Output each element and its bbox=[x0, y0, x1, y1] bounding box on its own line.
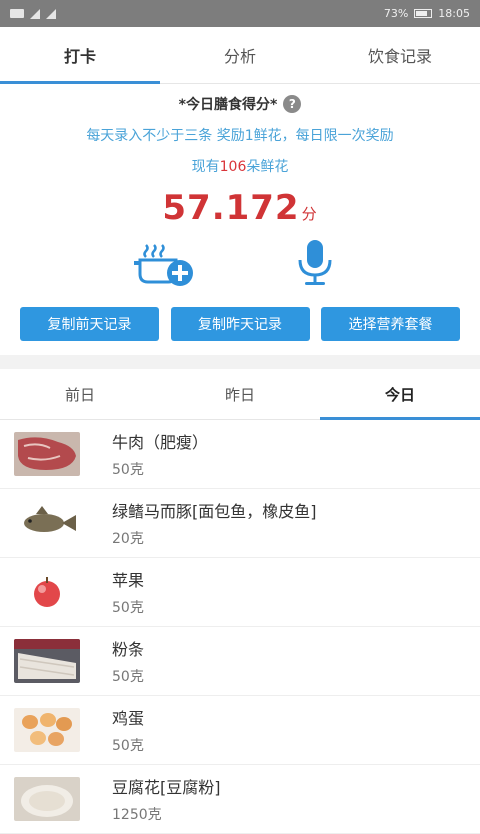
tab-analysis[interactable]: 分析 bbox=[160, 27, 320, 83]
diet-score: 57.172 分 bbox=[0, 188, 480, 228]
score-title: *今日膳食得分* bbox=[178, 97, 278, 113]
battery-percent: 73% bbox=[383, 7, 409, 20]
flowers-number: 106 bbox=[219, 159, 247, 175]
score-value: 57.172 bbox=[162, 188, 300, 228]
tab-indicator bbox=[0, 81, 160, 84]
microphone-icon[interactable] bbox=[280, 238, 350, 288]
flowers-prefix: 现有 bbox=[191, 159, 220, 175]
copy-yesterday-button[interactable]: 复制昨天记录 bbox=[170, 307, 310, 341]
clock: 18:05 bbox=[438, 7, 470, 20]
notification-icon bbox=[10, 9, 24, 18]
tab-yesterday[interactable]: 昨日 bbox=[160, 369, 320, 419]
wifi-icon bbox=[46, 8, 56, 19]
help-icon[interactable]: ? bbox=[283, 95, 302, 113]
list-item[interactable]: 牛肉（肥瘦） 50克 bbox=[0, 420, 480, 489]
food-name: 绿鳍马而豚[面包鱼，橡皮鱼] bbox=[112, 502, 317, 521]
score-heading: *今日膳食得分* ? bbox=[0, 94, 480, 114]
beef-image bbox=[14, 432, 80, 476]
food-quantity: 50克 bbox=[112, 462, 144, 478]
food-name: 粉条 bbox=[112, 640, 145, 659]
list-item[interactable]: 绿鳍马而豚[面包鱼，橡皮鱼] 20克 bbox=[0, 489, 480, 558]
flower-count: 现有106朵鲜花 bbox=[0, 156, 480, 176]
flowers-suffix: 朵鲜花 bbox=[246, 159, 289, 175]
quick-actions bbox=[0, 238, 480, 288]
signal-icon bbox=[30, 8, 40, 19]
tofu-image bbox=[14, 777, 80, 821]
food-quantity: 50克 bbox=[112, 600, 144, 616]
copy-day-before-button[interactable]: 复制前天记录 bbox=[20, 307, 159, 341]
food-quantity: 50克 bbox=[112, 669, 144, 685]
battery-icon bbox=[414, 9, 433, 18]
noodles-image bbox=[14, 639, 80, 683]
top-tab-bar: 打卡 分析 饮食记录 bbox=[0, 27, 480, 84]
tab-today[interactable]: 今日 bbox=[320, 369, 480, 419]
status-left bbox=[10, 8, 56, 19]
food-name: 苹果 bbox=[112, 571, 145, 590]
status-bar: 73% 18:05 bbox=[0, 0, 480, 27]
tab-day-before[interactable]: 前日 bbox=[0, 369, 160, 419]
fish-image bbox=[14, 501, 80, 545]
score-unit: 分 bbox=[301, 205, 318, 223]
food-list: 牛肉（肥瘦） 50克 绿鳍马而豚[面包鱼，橡皮鱼] 20克 苹果 50克 粉条 … bbox=[0, 420, 480, 834]
list-item[interactable]: 苹果 50克 bbox=[0, 558, 480, 627]
status-right: 73% 18:05 bbox=[384, 7, 470, 20]
copy-buttons-row: 复制前天记录 复制昨天记录 选择营养套餐 bbox=[0, 307, 480, 341]
reward-rule-text: 每天录入不少于三条 奖励1鲜花，每日限一次奖励 bbox=[86, 128, 394, 144]
food-quantity: 50克 bbox=[112, 738, 144, 754]
food-quantity: 1250克 bbox=[112, 807, 162, 823]
food-name: 豆腐花[豆腐粉] bbox=[112, 778, 221, 797]
choose-meal-plan-button[interactable]: 选择营养套餐 bbox=[321, 307, 460, 341]
food-name: 鸡蛋 bbox=[112, 709, 145, 728]
food-quantity: 20克 bbox=[112, 531, 144, 547]
day-tab-bar: 前日 昨日 今日 bbox=[0, 369, 480, 420]
tab-diet-records[interactable]: 饮食记录 bbox=[320, 27, 480, 83]
eggs-image bbox=[14, 708, 80, 752]
section-divider bbox=[0, 355, 480, 369]
list-item[interactable]: 鸡蛋 50克 bbox=[0, 696, 480, 765]
tab-checkin[interactable]: 打卡 bbox=[0, 27, 160, 83]
day-tab-indicator bbox=[320, 417, 480, 420]
food-name: 牛肉（肥瘦） bbox=[112, 433, 209, 452]
list-item[interactable]: 粉条 50克 bbox=[0, 627, 480, 696]
pot-add-icon[interactable] bbox=[130, 238, 200, 288]
apple-image bbox=[14, 570, 80, 614]
